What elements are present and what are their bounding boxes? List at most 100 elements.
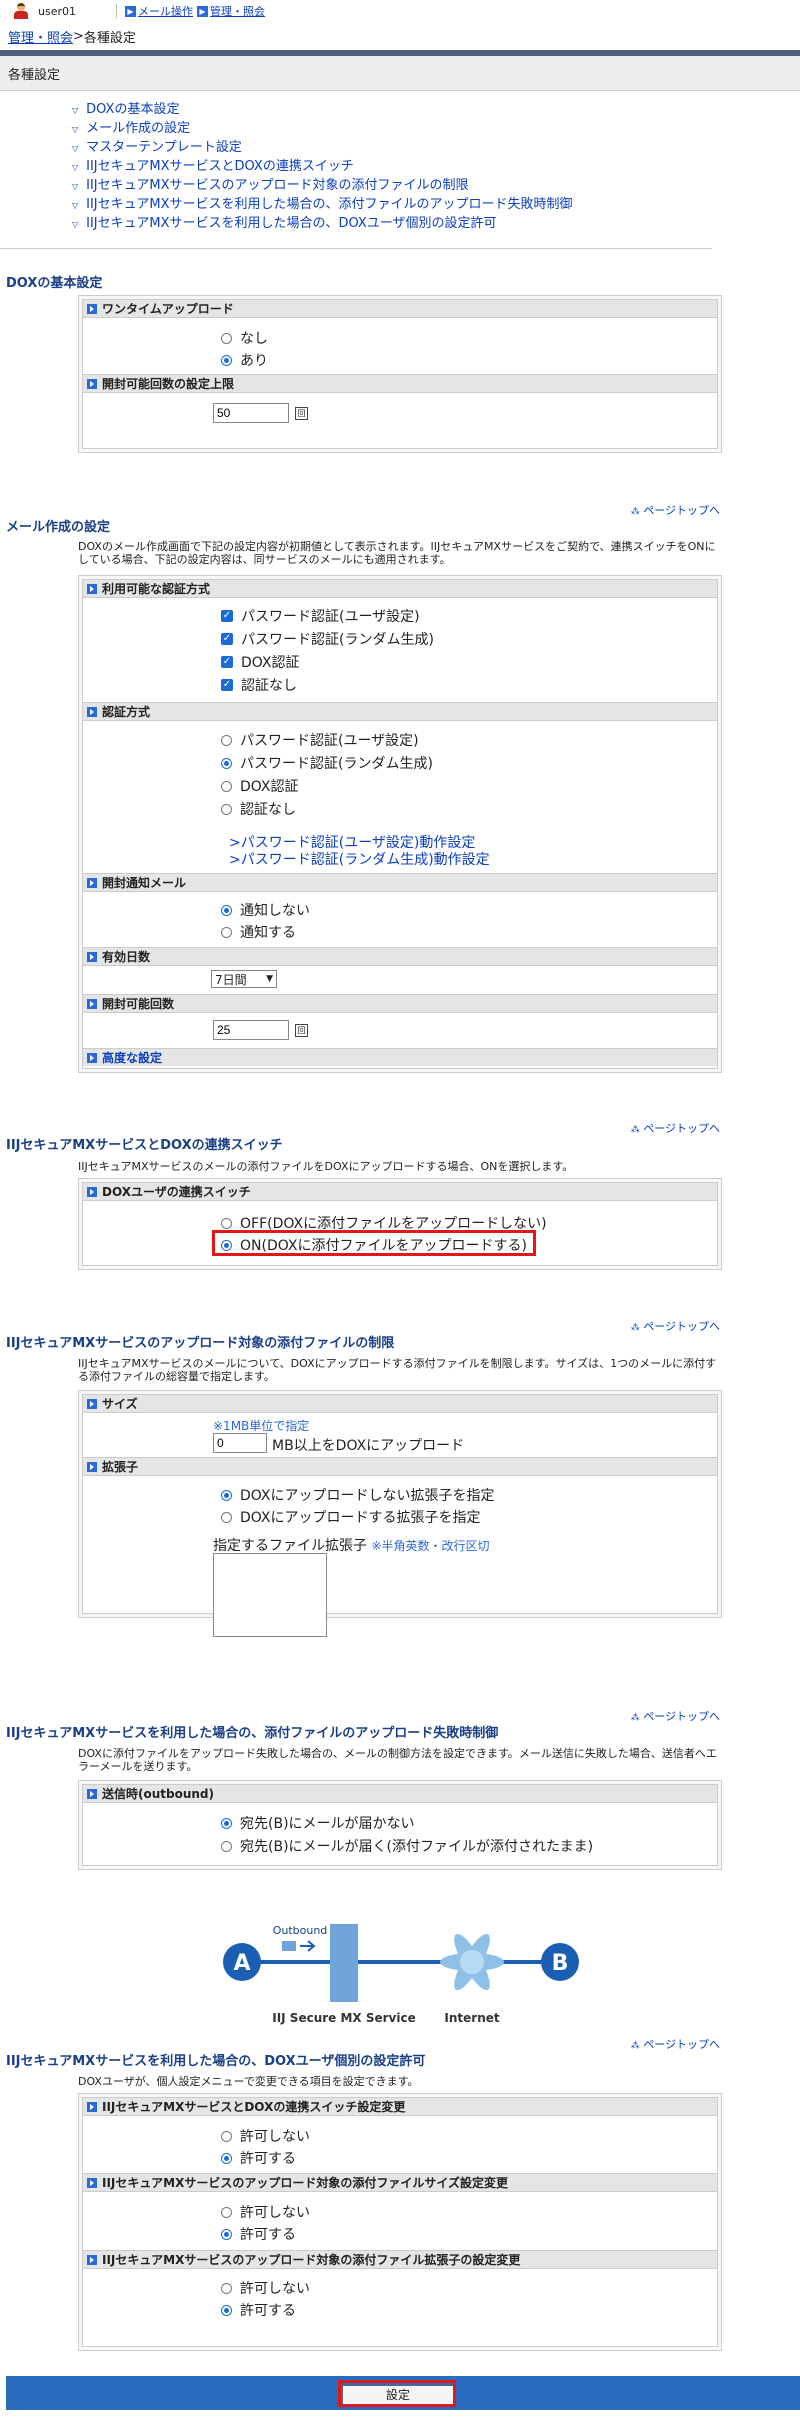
- pagetop-link[interactable]: ⁂ ページトップへ: [631, 2036, 720, 2052]
- check-icon[interactable]: ✓: [221, 610, 233, 622]
- section-title-limit: IIJセキュアMXサービスのアップロード対象の添付ファイルの制限: [6, 1336, 395, 1351]
- toc-item[interactable]: ▽ IIJセキュアMXサービスを利用した場合の、添付ファイルのアップロード失敗時…: [72, 196, 712, 215]
- dots-icon: ⁂: [630, 507, 640, 517]
- toc-item[interactable]: ▽ マスターテンプレート設定: [72, 139, 712, 158]
- outbound-label: Outbound: [273, 1924, 328, 1937]
- radio-ext-exclude[interactable]: DOXにアップロードしない拡張子を指定: [221, 1485, 495, 1505]
- fail-box: 送信時(outbound) 宛先(B)にメールが届かない 宛先(B)にメールが届…: [78, 1780, 722, 1870]
- pagetop-link[interactable]: ⁂ ページトップへ: [631, 1318, 720, 1334]
- subheader-ext: 拡張子: [83, 1457, 717, 1476]
- size-text: MB以上をDOXにアップロード: [272, 1438, 465, 1454]
- checkbox-a2[interactable]: ✓ パスワード認証(ランダム生成): [221, 629, 434, 649]
- chevron-down-icon: ▽: [72, 106, 79, 115]
- mail-settings-box: 利用可能な認証方式 ✓ パスワード認証(ユーザ設定) ✓ パスワード認証(ランダム生…: [78, 575, 722, 1073]
- mail-desc: DOXのメール作成画面で下記の設定内容が初期値として表示されます。IIJセキュア…: [78, 540, 716, 566]
- radio-b3[interactable]: DOX認証: [221, 776, 299, 796]
- radio-b2[interactable]: パスワード認証(ランダム生成): [221, 753, 433, 773]
- radio-notify-yes[interactable]: 通知する: [221, 922, 296, 942]
- check-icon[interactable]: ✓: [221, 633, 233, 645]
- chevron-down-icon: ▼: [266, 974, 273, 984]
- arrow-icon: [87, 1398, 97, 1409]
- toc-item[interactable]: ▽ メール作成の設定: [72, 120, 712, 139]
- arrow-icon: [87, 2101, 97, 2112]
- breadcrumb-current: 各種設定: [83, 30, 136, 46]
- permit-desc: DOXユーザが、個人設定メニューで変更できる項目を設定できます。: [78, 2075, 419, 2088]
- radio-notify-no[interactable]: 通知しない: [221, 900, 310, 920]
- node-b-label: B: [552, 1951, 569, 1976]
- subheader-days: 有効日数: [83, 947, 717, 966]
- arrow-icon: [87, 2177, 97, 2188]
- radio-onetime-none[interactable]: なし: [221, 328, 268, 348]
- subheader-permit-ext: IIJセキュアMXサービスのアップロード対象の添付ファイル拡張子の設定変更: [83, 2250, 717, 2269]
- open-count-input[interactable]: [213, 1020, 289, 1040]
- section-title-mail: メール作成の設定: [6, 520, 111, 535]
- dots-icon: ⁂: [630, 2041, 640, 2051]
- toc-item[interactable]: ▽ DOXの基本設定: [72, 101, 712, 120]
- arrow-icon: [87, 1788, 97, 1799]
- mx-diagram: A B Outbound IIJ Secure MX Service Inter…: [223, 1924, 579, 2025]
- checkbox-a4[interactable]: ✓ 認証なし: [221, 675, 297, 695]
- chevron-down-icon: ▽: [72, 182, 79, 191]
- pagetop-link[interactable]: ⁂ ページトップへ: [631, 1708, 720, 1724]
- breadcrumb-sep: >: [73, 28, 84, 44]
- user-name: user01: [38, 4, 76, 18]
- arrow-icon: [87, 1461, 97, 1472]
- subheader-advanced[interactable]: 高度な設定: [83, 1048, 717, 1066]
- radio-permit3-deny[interactable]: 許可しない: [221, 2278, 310, 2298]
- radio-ext-include[interactable]: DOXにアップロードする拡張子を指定: [221, 1507, 481, 1527]
- node-a-label: A: [233, 1951, 250, 1976]
- radio-fail-block[interactable]: 宛先(B)にメールが届かない: [221, 1813, 415, 1833]
- radio-permit2-deny[interactable]: 許可しない: [221, 2202, 310, 2222]
- radio-permit1-deny[interactable]: 許可しない: [221, 2126, 310, 2146]
- section-title-fail: IIJセキュアMXサービスを利用した場合の、添付ファイルのアップロード失敗時制御: [6, 1726, 499, 1741]
- top-bar: user01 ▶ メール操作 ▶ 管理・照会: [0, 0, 800, 22]
- size-input[interactable]: [213, 1433, 267, 1453]
- subheader-open-limit: 開封可能回数の設定上限: [83, 374, 717, 393]
- section-title-dox-basic: DOXの基本設定: [6, 276, 103, 291]
- breadcrumb: 管理・照会 > 各種設定: [0, 22, 800, 56]
- subheader-size: サイズ: [83, 1395, 717, 1413]
- toc-item[interactable]: ▽ IIJセキュアMXサービスを利用した場合の、DOXユーザ個別の設定許可: [72, 215, 712, 234]
- section-title-permit: IIJセキュアMXサービスを利用した場合の、DOXユーザ個別の設定許可: [6, 2054, 426, 2069]
- radio-permit3-allow[interactable]: 許可する: [221, 2300, 296, 2320]
- user-avatar-icon: [14, 3, 28, 19]
- arrow-icon: [87, 706, 97, 717]
- toc-item[interactable]: ▽ IIJセキュアMXサービスとDOXの連携スイッチ: [72, 158, 712, 177]
- days-select[interactable]: 7日間 ▼: [211, 970, 277, 988]
- breadcrumb-parent[interactable]: 管理・照会: [8, 27, 73, 46]
- radio-permit1-allow[interactable]: 許可する: [221, 2148, 296, 2168]
- pagetop-link[interactable]: ⁂ ページトップへ: [631, 502, 720, 518]
- check-icon[interactable]: ✓: [221, 656, 233, 668]
- limit-box: サイズ ※1MB単位で指定 MB以上をDOXにアップロード 拡張子 DOXにアッ…: [78, 1390, 722, 1637]
- subheader-permit-size: IIJセキュアMXサービスのアップロード対象の添付ファイルサイズ設定変更: [83, 2173, 717, 2192]
- radio-permit2-allow[interactable]: 許可する: [221, 2224, 296, 2244]
- pagetop-link[interactable]: ⁂ ページトップへ: [631, 1120, 720, 1136]
- radio-onetime-yes[interactable]: あり: [221, 350, 268, 370]
- internet-icon: [440, 1933, 504, 1991]
- arrow-icon: [87, 998, 97, 1009]
- divider: [116, 4, 117, 18]
- radio-b4[interactable]: 認証なし: [221, 799, 296, 819]
- dots-icon: ⁂: [630, 1713, 640, 1723]
- radio-b1[interactable]: パスワード認証(ユーザ設定): [221, 730, 419, 750]
- chevron-down-icon: ▽: [72, 125, 79, 134]
- arrow-icon: [87, 303, 97, 314]
- subheader-open-count: 開封可能回数: [83, 994, 717, 1013]
- mx-server: [330, 1924, 358, 2002]
- nav-admin[interactable]: ▶ 管理・照会: [197, 3, 265, 19]
- toc-item[interactable]: ▽ IIJセキュアMXサービスのアップロード対象の添付ファイルの制限: [72, 177, 712, 196]
- radio-fail-deliver[interactable]: 宛先(B)にメールが届く(添付ファイルが添付されたまま): [221, 1836, 593, 1856]
- switch-box: DOXユーザの連携スイッチ OFF(DOXに添付ファイルをアップロードしない) …: [78, 1178, 722, 1270]
- check-icon[interactable]: ✓: [221, 679, 233, 691]
- subheader-notify: 開封通知メール: [83, 873, 717, 892]
- link-random-pw-settings[interactable]: >パスワード認証(ランダム生成)動作設定: [229, 849, 490, 869]
- highlight-box: [212, 1230, 536, 1256]
- open-limit-input[interactable]: [213, 403, 289, 423]
- ext-label: 指定するファイル拡張子 ※半角英数・改行区切: [213, 1538, 490, 1554]
- arrow-icon: [87, 1052, 97, 1063]
- ext-textarea[interactable]: [213, 1553, 327, 1637]
- nav-mail[interactable]: ▶ メール操作: [125, 3, 193, 19]
- checkbox-a3[interactable]: ✓ DOX認証: [221, 652, 300, 672]
- arrow-icon: [87, 2254, 97, 2265]
- checkbox-a1[interactable]: ✓ パスワード認証(ユーザ設定): [221, 606, 420, 626]
